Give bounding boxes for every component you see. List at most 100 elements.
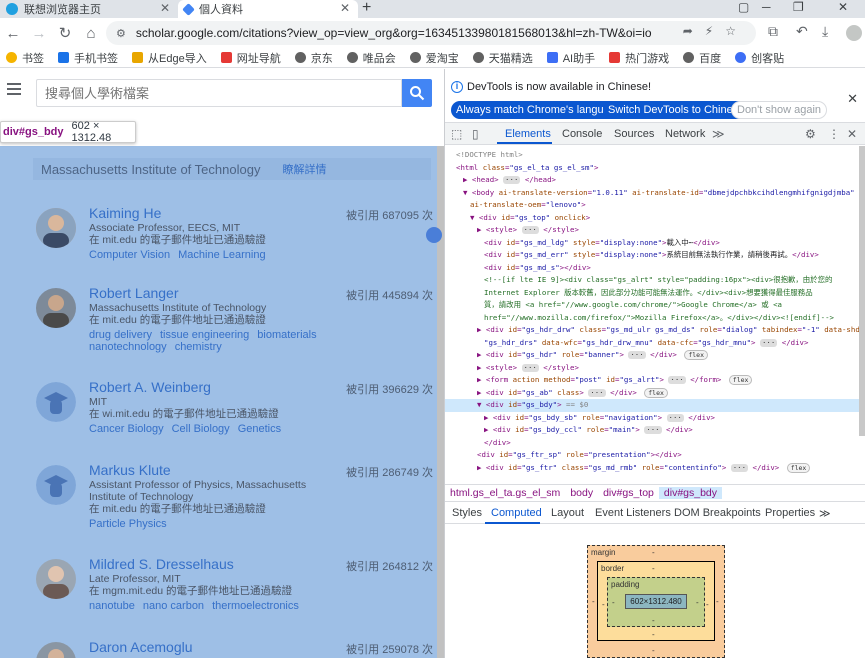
bookmark-item[interactable]: 热门游戏 xyxy=(609,50,669,66)
tab-console[interactable]: Console xyxy=(562,128,602,140)
device-toolbar-icon[interactable]: ▯ xyxy=(472,127,479,141)
interest-tag[interactable]: Particle Physics xyxy=(89,518,167,530)
breadcrumb-item[interactable]: html.gs_el_ta.gs_el_sm xyxy=(445,487,565,499)
interest-tag[interactable]: Cell Biology xyxy=(172,423,230,435)
dom-scrollbar[interactable] xyxy=(859,146,865,436)
omnibox-action-icons[interactable]: ➦⚡☆ xyxy=(683,24,748,38)
author-photo-placeholder[interactable] xyxy=(36,382,76,422)
inspect-element-icon[interactable]: ⬚ xyxy=(451,127,462,141)
interest-tag[interactable]: nanotube xyxy=(89,600,135,612)
search-input[interactable] xyxy=(36,79,402,107)
dom-node[interactable]: <!DOCTYPE html> xyxy=(445,149,859,162)
tab-event-listeners[interactable]: Event Listeners xyxy=(595,507,671,519)
settings-icon[interactable]: ⚙ xyxy=(805,127,816,141)
dom-node[interactable]: ▶ <div id="gs_ftr" class="gs_md_rmb" rol… xyxy=(445,462,859,475)
tab-network[interactable]: Network xyxy=(665,128,705,140)
dom-node[interactable]: ▼ <body ai-translate-version="1.0.11" ai… xyxy=(445,187,859,200)
breadcrumb-item[interactable]: body xyxy=(565,487,598,499)
home-button[interactable]: ⌂ xyxy=(78,25,104,42)
interest-tag[interactable]: nanotechnology xyxy=(89,341,167,353)
interest-tag[interactable]: nano carbon xyxy=(143,600,204,612)
dom-node[interactable]: ▶ <style> ··· </style> xyxy=(445,224,859,237)
tab-layout[interactable]: Layout xyxy=(551,507,584,519)
dom-node[interactable]: ai-translate-oem="lenovo"> xyxy=(445,199,859,212)
close-icon[interactable]: ✕ xyxy=(847,91,858,107)
author-photo[interactable] xyxy=(36,208,76,248)
author-photo-placeholder[interactable] xyxy=(36,465,76,505)
tab-sources[interactable]: Sources xyxy=(614,128,654,140)
dom-node[interactable]: 質，請改用 <a href="//www.google.com/chrome/"… xyxy=(445,299,859,312)
dom-tree[interactable]: <!DOCTYPE html> <html class="gs_el_ta gs_… xyxy=(445,146,859,479)
author-name[interactable]: Kaiming He xyxy=(89,205,161,221)
search-button[interactable] xyxy=(402,79,432,107)
match-language-button[interactable]: Always match Chrome's language xyxy=(451,101,627,119)
learn-more-link[interactable]: 瞭解詳情 xyxy=(282,161,326,177)
more-tabs-icon[interactable]: ≫ xyxy=(819,507,831,520)
interest-tag[interactable]: Computer Vision xyxy=(89,249,170,261)
author-photo[interactable] xyxy=(36,642,76,658)
dom-node[interactable]: ▶ <head> ··· </head> xyxy=(445,174,859,187)
bookmark-item[interactable]: 书签 xyxy=(6,50,44,66)
interest-tag[interactable]: Machine Learning xyxy=(178,249,265,261)
more-options-icon[interactable]: ⋮ xyxy=(828,127,840,141)
extensions-icon[interactable]: ⧉ xyxy=(768,23,778,40)
author-photo[interactable] xyxy=(36,288,76,328)
interest-tag[interactable]: Genetics xyxy=(238,423,281,435)
tab-elements[interactable]: Elements xyxy=(505,128,551,140)
page-scrollbar[interactable] xyxy=(437,146,444,658)
dom-node[interactable]: ▶ <div id="gs_bdy_ccl" role="main"> ··· … xyxy=(445,424,859,437)
address-bar[interactable]: ⚙ scholar.google.com/citations?view_op=v… xyxy=(106,21,756,45)
dom-node[interactable]: ▶ <div id="gs_hdr" role="banner"> ··· </… xyxy=(445,349,859,362)
tab-properties[interactable]: Properties xyxy=(765,507,815,519)
dom-node[interactable]: <div id="gs_md_s"></div> xyxy=(445,262,859,275)
author-name[interactable]: Mildred S. Dresselhaus xyxy=(89,556,234,572)
dom-node[interactable]: <html class="gs_el_ta gs_el_sm"> xyxy=(445,162,859,175)
bookmark-item[interactable]: 从Edge导入 xyxy=(132,50,207,66)
interest-tag[interactable]: tissue engineering xyxy=(160,329,249,341)
restore-icon[interactable]: ❐ xyxy=(793,0,804,14)
dom-node[interactable]: ▶ <form action method="post" id="gs_alrt… xyxy=(445,374,859,387)
bookmark-item[interactable]: 创客贴 xyxy=(735,50,784,66)
back-button[interactable]: ← xyxy=(0,25,26,42)
tab-computed[interactable]: Computed xyxy=(491,507,542,519)
dom-node[interactable]: <div id="gs_md_ldg" style="display:none"… xyxy=(445,237,859,250)
undo-icon[interactable]: ↶ xyxy=(796,23,808,40)
tab-lenovo-home[interactable]: 联想浏览器主页 ✕ xyxy=(0,0,178,18)
author-name[interactable]: Daron Acemoglu xyxy=(89,639,193,655)
dom-node[interactable]: ▶ <div id="gs_ab" class> ··· </div> flex xyxy=(445,387,859,400)
dom-node[interactable]: <div id="gs_md_err" style="display:none"… xyxy=(445,249,859,262)
dom-node[interactable]: <!--[if lte IE 9]><div class="gs_alrt" s… xyxy=(445,274,859,287)
dom-node-selected[interactable]: ▼ <div id="gs_bdy"> == $0 xyxy=(445,399,859,412)
more-tabs-icon[interactable]: ≫ xyxy=(712,127,725,141)
interest-tag[interactable]: drug delivery xyxy=(89,329,152,341)
dont-show-again-button[interactable]: Don't show again xyxy=(731,101,828,119)
site-info-icon[interactable]: ⚙ xyxy=(116,27,126,40)
minimize-icon[interactable]: ─ xyxy=(762,0,771,14)
author-name[interactable]: Robert Langer xyxy=(89,285,179,301)
close-tab-icon[interactable]: ✕ xyxy=(340,1,350,15)
breadcrumb-item[interactable]: div#gs_bdy xyxy=(658,487,723,499)
author-name[interactable]: Robert A. Weinberg xyxy=(89,379,211,395)
bookmark-item[interactable]: 京东 xyxy=(294,50,333,66)
menu-icon[interactable] xyxy=(7,83,21,98)
dom-node[interactable]: <div id="gs_ftr_sp" role="presentation">… xyxy=(445,449,859,462)
dom-node[interactable]: Internet Explorer 版本較舊，因此部分功能可能無法運作。</di… xyxy=(445,287,859,300)
bookmark-item[interactable]: 百度 xyxy=(683,50,721,66)
bookmark-item[interactable]: AI助手 xyxy=(546,50,595,66)
tab-dom-breakpoints[interactable]: DOM Breakpoints xyxy=(674,507,761,519)
interest-tag[interactable]: thermoelectronics xyxy=(212,600,299,612)
bookmark-item[interactable]: 爱淘宝 xyxy=(409,50,459,66)
dom-node[interactable]: href="//www.mozilla.com/firefox/">Mozill… xyxy=(445,312,859,325)
dom-node[interactable]: ▼ <div id="gs_top" onclick> xyxy=(445,212,859,225)
download-icon[interactable]: ⤓ xyxy=(822,23,828,40)
tab-profile[interactable]: 個人資料 ✕ xyxy=(178,0,358,18)
dom-node[interactable]: ▶ <div id="gs_bdy_sb" role="navigation">… xyxy=(445,412,859,425)
bookmark-item[interactable]: 网址导航 xyxy=(220,50,281,66)
interest-tag[interactable]: biomaterials xyxy=(257,329,316,341)
breadcrumb-item[interactable]: div#gs_top xyxy=(598,487,659,499)
avatar[interactable] xyxy=(846,25,862,41)
reload-button[interactable]: ↻ xyxy=(52,24,78,42)
author-name[interactable]: Markus Klute xyxy=(89,462,171,478)
forward-button[interactable]: → xyxy=(26,25,52,42)
close-window-icon[interactable]: ✕ xyxy=(838,0,848,14)
